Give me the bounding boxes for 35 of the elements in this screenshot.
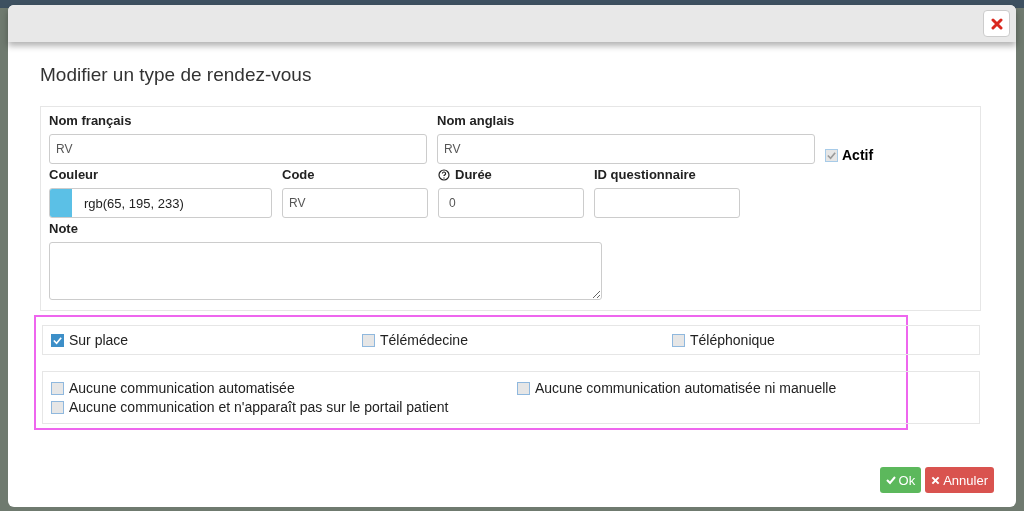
checkbox[interactable]	[517, 381, 530, 395]
checkbox-label: Télémédecine	[380, 332, 468, 348]
check-icon	[885, 475, 896, 485]
checkbox[interactable]	[51, 381, 64, 395]
close-icon	[990, 17, 1003, 30]
field-label: Nom français	[49, 113, 133, 128]
checkbox-label: Téléphonique	[690, 332, 775, 348]
checkbox[interactable]	[51, 400, 64, 414]
checkbox-label: Aucune communication et n'apparaît pas sur le portail patient	[69, 399, 449, 415]
checkbox-label: Aucune communication automatisée ni manuelle	[535, 380, 837, 396]
note-field[interactable]	[49, 242, 602, 300]
field-label: Durée	[455, 167, 492, 182]
checkbox[interactable]	[672, 333, 685, 347]
field-label: ID questionnaire	[594, 167, 697, 182]
dialog-title: Modifier un type de rendez-vous	[40, 64, 313, 86]
checkbox-label: Aucune communication automatisée	[69, 380, 295, 396]
field-label: Couleur	[49, 167, 100, 182]
input-field[interactable]: 0	[438, 188, 584, 218]
color-field[interactable]: rgb(65, 195, 233)	[49, 188, 272, 218]
checkbox[interactable]	[362, 333, 375, 347]
input-field[interactable]: RV	[437, 134, 815, 164]
checkbox-label: Sur place	[69, 332, 129, 348]
help-icon[interactable]	[438, 168, 450, 181]
input-field[interactable]: RV	[282, 188, 428, 218]
field-label: Nom anglais	[437, 113, 516, 128]
cancel-button[interactable]: Annuler	[925, 467, 994, 493]
color-value: rgb(65, 195, 233)	[83, 194, 184, 213]
input-field[interactable]: RV	[49, 134, 427, 164]
field-label: Note	[49, 221, 79, 236]
input-field[interactable]	[594, 188, 740, 218]
field-label: Code	[282, 167, 316, 182]
close-icon	[931, 475, 941, 485]
checkbox[interactable]	[51, 333, 64, 347]
close-button[interactable]	[983, 10, 1010, 37]
checkbox-label: Actif	[842, 147, 874, 163]
